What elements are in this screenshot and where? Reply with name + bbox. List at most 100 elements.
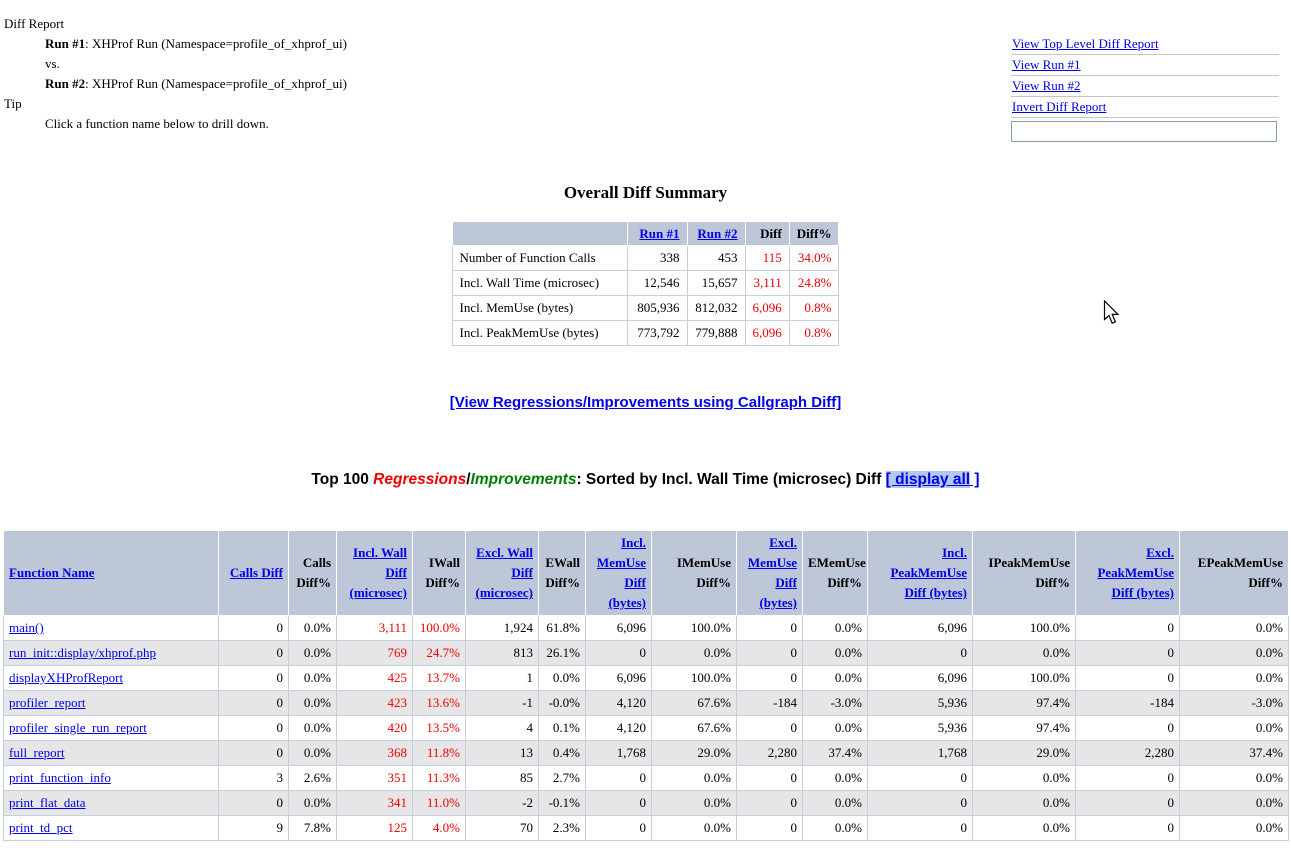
column-sort-link[interactable]: Excl. MemUse Diff (bytes) (748, 535, 797, 610)
function-name-cell: full_report (4, 741, 219, 766)
column-header: Excl. Wall Diff (microsec) (466, 531, 539, 616)
function-link[interactable]: main() (9, 620, 44, 635)
value-cell: 0 (586, 766, 652, 791)
value-cell: 26.1% (539, 641, 586, 666)
callgraph-diff-link[interactable]: [View Regressions/Improvements using Cal… (450, 394, 841, 411)
function-link[interactable]: run_init::display/xhprof.php (9, 645, 156, 660)
value-cell: 0 (868, 791, 973, 816)
value-cell: 37.4% (803, 741, 868, 766)
function-link[interactable]: print_td_pct (9, 820, 73, 835)
value-cell: 0.0% (652, 641, 737, 666)
column-sort-link[interactable]: Excl. PeakMemUse Diff (bytes) (1097, 545, 1174, 600)
column-sort-link[interactable]: Function Name (9, 565, 95, 580)
function-link[interactable]: displayXHProfReport (9, 670, 123, 685)
diff-url-input[interactable] (1011, 121, 1277, 142)
value-cell: 0.0% (973, 641, 1076, 666)
column-sort-link[interactable]: Incl. MemUse Diff (bytes) (597, 535, 646, 610)
function-link[interactable]: full_report (9, 745, 65, 760)
value-cell: 0.0% (1180, 716, 1289, 741)
column-header: EPeakMemUse Diff% (1180, 531, 1289, 616)
summary-value: 773,792 (627, 321, 687, 346)
value-cell: 1,924 (466, 616, 539, 641)
table-row: main()00.0%3,111100.0%1,92461.8%6,096100… (4, 616, 1289, 641)
function-link[interactable]: profiler_single_run_report (9, 720, 147, 735)
view-run1-link[interactable]: View Run #1 (1012, 57, 1081, 72)
column-header: Calls Diff (219, 531, 289, 616)
function-link[interactable]: print_flat_data (9, 795, 86, 810)
value-cell: 0 (219, 716, 289, 741)
value-cell: 67.6% (652, 691, 737, 716)
value-cell: 0 (1076, 666, 1180, 691)
value-cell: 0.0% (652, 766, 737, 791)
summary-metric-label: Incl. MemUse (bytes) (452, 296, 627, 321)
value-cell: 6,096 (868, 616, 973, 641)
value-cell: 0 (737, 666, 803, 691)
summary-value: 12,546 (627, 271, 687, 296)
invert-diff-report-link[interactable]: Invert Diff Report (1012, 99, 1106, 114)
value-cell: 0.0% (289, 691, 337, 716)
summary-table: Run #1 Run #2 Diff Diff% Number of Funct… (452, 221, 840, 346)
value-cell: 0 (219, 666, 289, 691)
value-cell: -184 (1076, 691, 1180, 716)
value-cell: 0 (586, 791, 652, 816)
value-cell: 97.4% (973, 716, 1076, 741)
value-cell: 7.8% (289, 816, 337, 841)
value-cell: 0.4% (539, 741, 586, 766)
value-cell: 0.0% (803, 641, 868, 666)
table-row: profiler_report00.0%42313.6%-1-0.0%4,120… (4, 691, 1289, 716)
report-title: Diff Report (4, 14, 1291, 34)
column-sort-link[interactable]: Incl. Wall Diff (microsec) (349, 545, 407, 600)
top100-heading: Top 100 Regressions/Improvements: Sorted… (0, 471, 1291, 489)
value-cell: 0.0% (803, 816, 868, 841)
function-name-cell: displayXHProfReport (4, 666, 219, 691)
value-cell: 2.3% (539, 816, 586, 841)
value-cell: 0.0% (803, 716, 868, 741)
column-header: IMemUse Diff% (652, 531, 737, 616)
summary-value: 338 (627, 246, 687, 271)
summary-col-diff: Diff (745, 222, 789, 246)
summary-header-row: Run #1 Run #2 Diff Diff% (452, 222, 839, 246)
display-all-link[interactable]: [ display all ] (886, 471, 980, 488)
view-top-level-diff-report-link[interactable]: View Top Level Diff Report (1012, 36, 1159, 51)
value-cell: 100.0% (973, 616, 1076, 641)
column-sort-link[interactable]: Excl. Wall Diff (microsec) (475, 545, 533, 600)
table-row: print_function_info32.6%35111.3%852.7%00… (4, 766, 1289, 791)
value-cell: 6,096 (586, 616, 652, 641)
nav-row: View Run #1 (1011, 55, 1279, 76)
value-cell: 0.0% (1180, 641, 1289, 666)
value-cell: 0 (737, 816, 803, 841)
table-row: run_init::display/xhprof.php00.0%76924.7… (4, 641, 1289, 666)
value-cell: 0.0% (289, 666, 337, 691)
summary-metric-label: Incl. Wall Time (microsec) (452, 271, 627, 296)
column-sort-link[interactable]: Calls Diff (230, 565, 283, 580)
run1-column-link[interactable]: Run #1 (639, 226, 679, 241)
summary-diffpct-value: 0.8% (789, 321, 839, 346)
value-cell: 0 (219, 741, 289, 766)
column-sort-link[interactable]: Incl. PeakMemUse Diff (bytes) (890, 545, 967, 600)
value-cell: 0 (868, 816, 973, 841)
summary-value: 812,032 (687, 296, 745, 321)
value-cell: 0 (737, 616, 803, 641)
summary-title: Overall Diff Summary (0, 183, 1291, 203)
summary-diff-value: 6,096 (745, 296, 789, 321)
callgraph-line: [View Regressions/Improvements using Cal… (0, 394, 1291, 411)
column-header: IWall Diff% (413, 531, 466, 616)
value-cell: 0.1% (539, 716, 586, 741)
display-all-highlight: [ display all (886, 471, 970, 488)
function-link[interactable]: print_function_info (9, 770, 111, 785)
function-link[interactable]: profiler_report (9, 695, 86, 710)
run2-column-link[interactable]: Run #2 (697, 226, 737, 241)
column-header: IPeakMemUse Diff% (973, 531, 1076, 616)
column-header: Calls Diff% (289, 531, 337, 616)
function-name-cell: print_flat_data (4, 791, 219, 816)
view-run2-link[interactable]: View Run #2 (1012, 78, 1081, 93)
summary-diffpct-value: 0.8% (789, 296, 839, 321)
value-cell: 0 (219, 641, 289, 666)
run2-text: : XHProf Run (Namespace=profile_of_xhpro… (85, 76, 347, 91)
value-cell: 13 (466, 741, 539, 766)
value-cell: 0 (219, 616, 289, 641)
value-cell: 100.0% (652, 666, 737, 691)
summary-value: 453 (687, 246, 745, 271)
value-cell: -184 (737, 691, 803, 716)
value-cell: 420 (337, 716, 413, 741)
